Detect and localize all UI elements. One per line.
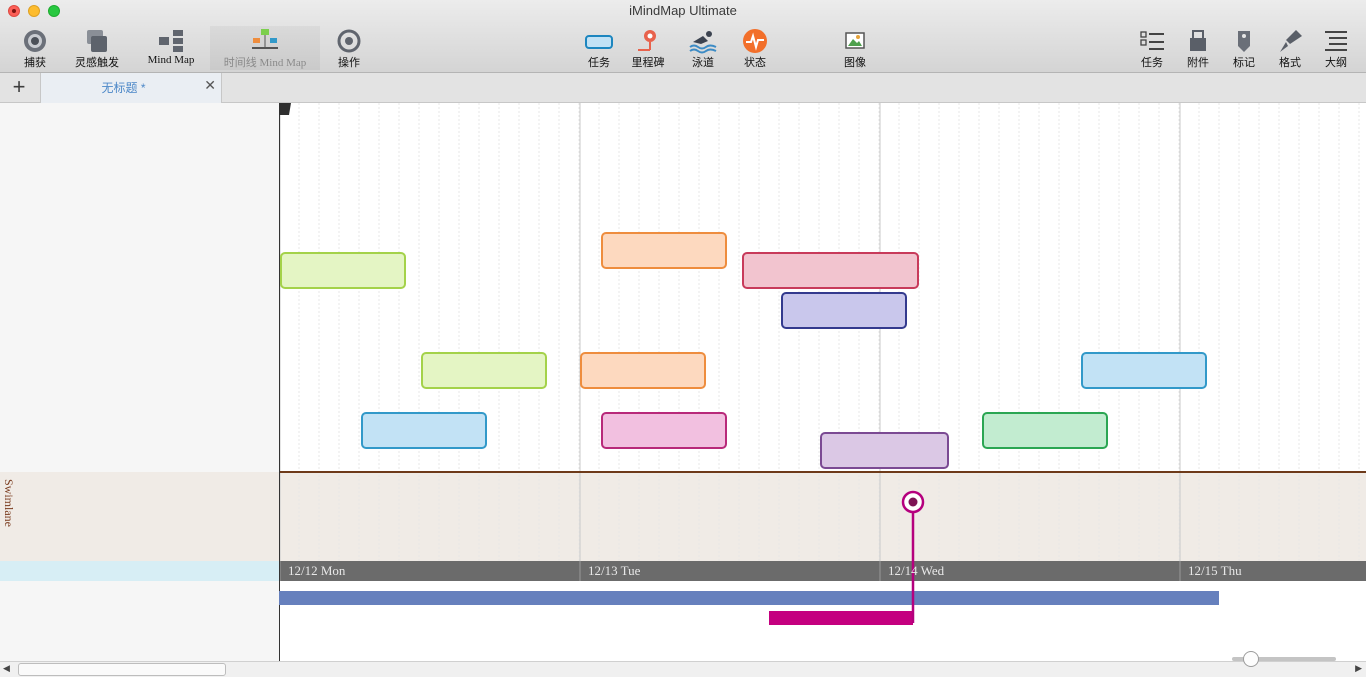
window-title: iMindMap Ultimate: [629, 3, 737, 18]
status-button[interactable]: 状态: [736, 26, 774, 70]
outline-label: 大纲: [1325, 57, 1347, 69]
task-bar[interactable]: [781, 292, 907, 329]
timeline-mindmap-button[interactable]: 时间线 Mind Map: [210, 26, 320, 70]
add-tab-button[interactable]: +: [8, 76, 30, 99]
image-button[interactable]: 图像: [836, 26, 874, 70]
task-bar[interactable]: [280, 252, 406, 289]
task-bar[interactable]: [421, 352, 547, 389]
milestone-label: 里程碑: [631, 57, 665, 69]
actions-label: 操作: [338, 57, 360, 69]
capture-label: 捕获: [24, 57, 46, 69]
mindmap-label: Mind Map: [147, 54, 195, 66]
mindmap-branches-icon: [159, 30, 183, 52]
swimlane-header[interactable]: [0, 472, 279, 561]
outline-button[interactable]: 大纲: [1318, 26, 1354, 70]
date-label: 12/13 Tue: [588, 563, 641, 578]
format-label: 格式: [1279, 57, 1301, 69]
attachments-label: 附件: [1187, 57, 1209, 69]
date-label: 12/14 Wed: [888, 563, 945, 578]
paint-brush-icon: [1280, 30, 1302, 52]
scroll-right-icon[interactable]: ▶: [1355, 663, 1362, 674]
close-tab-icon[interactable]: ✕: [204, 77, 216, 94]
app-window: iMindMap Ultimate 捕获 灵感触发 Mind Map 时间线 M…: [0, 0, 1366, 677]
current-time-handle-icon: [279, 103, 291, 115]
date-axis-gutter: [0, 561, 279, 581]
pulse-icon: [743, 29, 767, 53]
tab-document-label: 无标题 *: [101, 81, 146, 95]
task-panel-label: 任务: [1141, 57, 1163, 69]
swimlane-band: [279, 472, 1366, 561]
zoom-slider-thumb[interactable]: [1243, 651, 1259, 667]
task-bar[interactable]: [580, 352, 706, 389]
mindmap-button[interactable]: Mind Map: [140, 26, 202, 70]
format-button[interactable]: 格式: [1272, 26, 1308, 70]
picture-icon: [845, 32, 865, 49]
task-button[interactable]: 任务: [582, 26, 616, 70]
checklist-icon: [1140, 31, 1164, 50]
refresh-icon: [337, 29, 361, 53]
horizontal-scrollbar[interactable]: ◀ ▶: [0, 661, 1366, 677]
timeline-canvas[interactable]: 12/12 Mon 12/13 Tue 12/14 Wed 12/15 Thu: [279, 103, 1366, 661]
scroll-left-icon[interactable]: ◀: [3, 663, 10, 674]
task-label: 任务: [588, 57, 610, 69]
brainstorm-button[interactable]: 灵感触发: [70, 26, 124, 70]
task-bar[interactable]: [1081, 352, 1207, 389]
task-bar[interactable]: [601, 412, 727, 449]
timeline-map-icon: [252, 29, 278, 49]
swimlane-label: Swimlane: [2, 479, 16, 527]
task-bar[interactable]: [742, 252, 919, 289]
milestone-center: [908, 497, 918, 507]
status-label: 状态: [744, 57, 766, 69]
title-toolbar: iMindMap Ultimate 捕获 灵感触发 Mind Map 时间线 M…: [0, 0, 1366, 73]
task-bar-icon: [585, 35, 613, 49]
brainstorm-label: 灵感触发: [75, 57, 119, 69]
timeline-mindmap-label: 时间线 Mind Map: [223, 57, 307, 69]
binder-clip-icon: [1190, 30, 1206, 51]
date-label: 12/15 Thu: [1188, 563, 1242, 578]
tab-strip: + 无标题 * ✕: [0, 73, 1366, 103]
date-label: 12/12 Mon: [288, 563, 346, 578]
milestone-button[interactable]: 里程碑: [628, 26, 668, 70]
milestone-pin-icon: [638, 30, 656, 51]
swimlane-button[interactable]: 泳道: [682, 26, 724, 70]
task-bar[interactable]: [982, 412, 1108, 449]
actions-button[interactable]: 操作: [330, 26, 368, 70]
outline-list-icon: [1325, 31, 1347, 51]
task-panel-button[interactable]: 任务: [1134, 26, 1170, 70]
swimlane-tool-label: 泳道: [692, 57, 714, 69]
task-bar[interactable]: [601, 232, 727, 269]
attachments-button[interactable]: 附件: [1180, 26, 1216, 70]
image-label: 图像: [844, 57, 866, 69]
swimmer-icon: [689, 31, 717, 54]
marker-label: 标记: [1233, 57, 1255, 69]
tag-icon: [1238, 31, 1250, 52]
marker-button[interactable]: 标记: [1226, 26, 1262, 70]
task-bar[interactable]: [361, 412, 487, 449]
left-panel: Swimlane: [0, 103, 279, 661]
overview-bar: [279, 591, 1219, 605]
scroll-thumb[interactable]: [18, 663, 226, 676]
overview-bar: [769, 611, 913, 625]
task-bar[interactable]: [820, 432, 949, 469]
camera-aperture-icon: [24, 30, 46, 52]
stacked-cards-icon: [87, 30, 107, 52]
tab-document[interactable]: 无标题 * ✕: [40, 73, 222, 103]
capture-button[interactable]: 捕获: [16, 26, 54, 70]
